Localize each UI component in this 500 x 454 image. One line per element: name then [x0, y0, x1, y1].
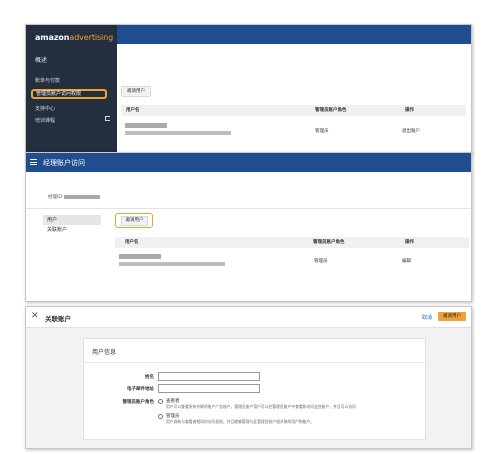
sidebar-item-billing[interactable]: 账单与付款 — [35, 77, 60, 84]
viewer-option-description: 用户可以查看所有关联的账户广告账户。管理员账户用户可以在管理员账户中查看和访问这… — [166, 404, 356, 409]
column-username: 用户名 — [125, 240, 139, 245]
column-username: 用户名 — [126, 108, 140, 113]
edit-link[interactable]: 编辑 — [402, 258, 411, 264]
admin-option-description: 用户具有与查看者相同的访问权限，并且能够管理与此管理员账户相关联的用户和账户。 — [166, 419, 315, 424]
link-account-dialog: ✕ 关联账户 取消 邀请用户 用户信息 姓名 电子邮件地址 管理员账户角色 查看… — [25, 306, 472, 449]
hamburger-menu-icon[interactable] — [30, 159, 37, 165]
card-title: 用户信息 — [92, 349, 117, 356]
leave-account-link[interactable]: 退出账户 — [402, 128, 420, 134]
sidebar-item-manager-access[interactable]: 管理员账户访问权限 — [31, 89, 107, 99]
invite-user-button[interactable]: 邀请用户 — [121, 216, 148, 226]
name-label: 姓名 — [145, 375, 154, 380]
invite-user-button[interactable]: 邀请用户 — [121, 86, 151, 97]
redacted-username — [125, 123, 167, 128]
cancel-button[interactable]: 取消 — [422, 314, 432, 321]
dialog-title: 关联账户 — [45, 315, 71, 323]
column-role: 管理员账户角色 — [315, 108, 347, 113]
column-role: 管理员账户角色 — [313, 240, 345, 245]
close-icon[interactable]: ✕ — [31, 311, 39, 321]
viewer-radio[interactable] — [158, 399, 163, 404]
name-input[interactable] — [158, 372, 260, 381]
sidebar-item-support[interactable]: 支持中心 — [35, 105, 55, 112]
role-label: 管理员账户角色 — [122, 400, 155, 405]
external-link-icon — [105, 116, 110, 121]
sidebar: amazonadvertising 概述 账单与付款 管理员账户访问权限 支持中… — [26, 25, 117, 153]
column-action: 操作 — [405, 240, 414, 245]
redacted-email — [119, 262, 225, 266]
user-info-card: 用户信息 姓名 电子邮件地址 管理员账户角色 查看者 用户可以查看所有关联的账户… — [83, 338, 426, 440]
table-header: 用户名 管理员账户角色 操作 — [115, 237, 469, 248]
admin-radio[interactable] — [158, 414, 163, 419]
left-nav: 用户 关联账户 — [43, 215, 101, 235]
top-bar: 经理账户访问 — [26, 153, 471, 172]
invite-user-button-highlight[interactable]: 邀请用户 — [115, 213, 153, 228]
manager-id-label: 经理ID: — [48, 195, 64, 200]
table-cell-role: 管理员 — [315, 129, 329, 134]
column-action: 操作 — [405, 108, 414, 113]
page-title: 经理账户访问 — [43, 159, 85, 167]
table-header: 用户名 管理员账户角色 操作 — [121, 105, 466, 116]
nav-item-linked-accounts[interactable]: 关联账户 — [43, 225, 101, 235]
redacted-manager-id — [64, 195, 100, 199]
divider — [26, 208, 471, 209]
divider — [84, 362, 425, 363]
sidebar-heading: 概述 — [35, 57, 48, 64]
invite-user-button[interactable]: 邀请用户 — [438, 312, 466, 321]
amazon-advertising-logo: amazonadvertising — [35, 33, 114, 42]
dialog-header: ✕ 关联账户 取消 邀请用户 — [26, 307, 471, 328]
redacted-email — [125, 131, 231, 135]
email-input[interactable] — [158, 384, 260, 393]
redacted-username — [119, 254, 161, 259]
manager-account-access-panel: 经理账户访问 经理ID: 用户 关联账户 邀请用户 用户名 管理员账户角色 操作… — [25, 152, 472, 302]
sidebar-item-training[interactable]: 培训课程 — [35, 117, 55, 124]
top-bar — [117, 25, 471, 44]
email-label: 电子邮件地址 — [127, 387, 154, 392]
table-cell-role: 管理员 — [314, 259, 328, 264]
manager-account-overview-panel: amazonadvertising 概述 账单与付款 管理员账户访问权限 支持中… — [25, 24, 472, 154]
nav-item-users[interactable]: 用户 — [43, 215, 101, 225]
